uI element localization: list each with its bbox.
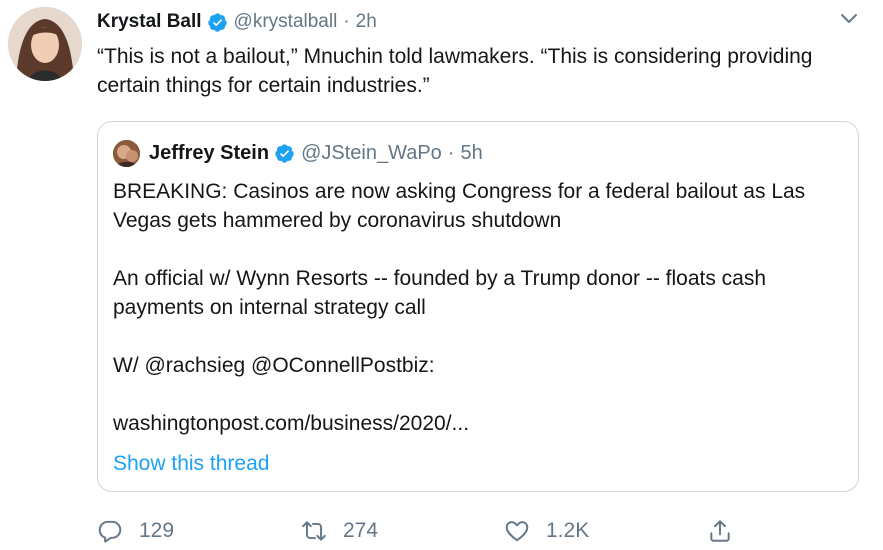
tweet-header: Krystal Ball @krystalball · 2h (97, 9, 377, 35)
share-icon (710, 520, 730, 542)
author-handle[interactable]: @krystalball (234, 11, 338, 33)
reply-button[interactable]: 129 (97, 514, 174, 548)
author-name[interactable]: Krystal Ball (97, 11, 202, 33)
tweet[interactable]: Krystal Ball @krystalball · 2h “This is … (0, 0, 883, 550)
retweet-icon (302, 521, 326, 541)
quoted-author-name: Jeffrey Stein (149, 141, 270, 164)
tweet-actions: 129 274 1.2K (97, 514, 857, 548)
tweet-time[interactable]: 2h (356, 11, 377, 33)
quoted-tweet-header: Jeffrey Stein @JStein_WaPo · 5h (113, 139, 483, 167)
separator-dot: · (447, 141, 455, 164)
quoted-tweet-time: 5h (460, 141, 483, 164)
quoted-tweet[interactable]: Jeffrey Stein @JStein_WaPo · 5h BREAKING… (97, 121, 859, 492)
separator-dot: · (343, 11, 350, 32)
quoted-tweet-text: BREAKING: Casinos are now asking Congres… (113, 180, 806, 435)
author-avatar[interactable] (8, 7, 82, 81)
reply-icon (98, 520, 122, 543)
like-count: 1.2K (546, 519, 590, 542)
verified-badge-icon (275, 143, 294, 163)
show-thread-link[interactable]: Show this thread (113, 452, 269, 476)
retweet-button[interactable]: 274 (301, 514, 378, 548)
chevron-down-icon[interactable] (839, 10, 859, 28)
quoted-author-handle: @JStein_WaPo (301, 141, 442, 164)
reply-count: 129 (139, 519, 175, 542)
share-button[interactable] (707, 514, 749, 548)
tweet-text: “This is not a bailout,” Mnuchin told la… (97, 45, 813, 97)
retweet-count: 274 (343, 519, 379, 542)
like-button[interactable]: 1.2K (504, 514, 589, 548)
verified-badge-icon (207, 12, 227, 32)
like-icon (505, 521, 529, 542)
quoted-author-avatar (113, 139, 140, 167)
